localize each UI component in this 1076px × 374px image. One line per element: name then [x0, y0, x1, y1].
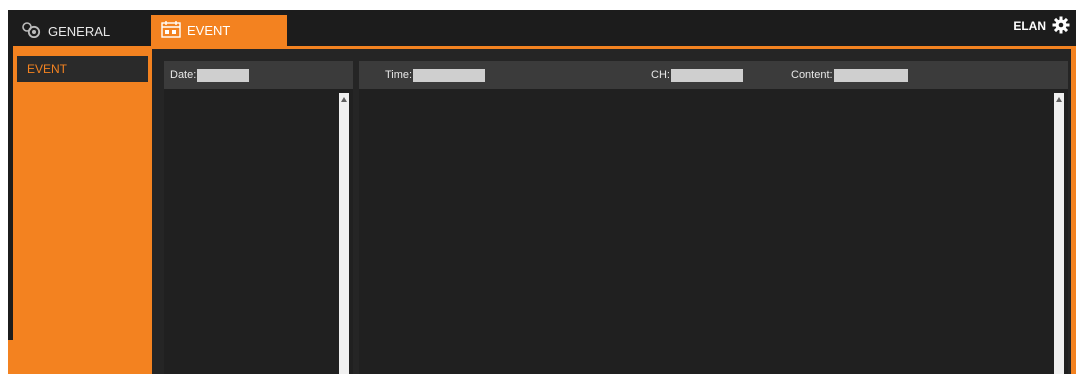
date-label: Date: — [170, 69, 197, 81]
sidebar: EVENT — [13, 49, 152, 374]
content-input[interactable] — [833, 68, 908, 82]
content-label: Content: — [791, 69, 833, 81]
content-area: Date: Time: CH: Content: — [152, 49, 1071, 374]
date-input[interactable] — [197, 68, 250, 82]
date-panel: Date: — [164, 61, 353, 374]
top-bar: GENERAL EVENT ELAN — [8, 10, 1076, 46]
event-list-panel: Time: CH: Content: — [359, 61, 1068, 374]
brand-label: ELAN — [1013, 19, 1046, 33]
camera-pair-icon — [22, 21, 42, 41]
date-panel-header: Date: — [164, 61, 353, 89]
scroll-up-icon[interactable] — [1056, 97, 1062, 102]
date-filter: Date: — [170, 61, 250, 89]
calendar-icon — [161, 20, 181, 41]
time-label: Time: — [385, 69, 413, 81]
scroll-up-icon[interactable] — [341, 97, 347, 102]
ch-input[interactable] — [670, 68, 743, 82]
event-list-header: Time: CH: Content: — [359, 61, 1068, 89]
sidebar-item-event[interactable]: EVENT — [17, 56, 148, 82]
event-list-scrollbar[interactable] — [1054, 93, 1064, 374]
ch-label: CH: — [651, 69, 670, 81]
tab-general[interactable]: GENERAL — [22, 16, 110, 46]
time-filter: Time: — [385, 61, 486, 89]
gear-icon[interactable] — [1052, 16, 1070, 34]
content-filter: Content: — [791, 61, 908, 89]
tab-event[interactable]: EVENT — [151, 15, 287, 46]
channel-filter: CH: — [651, 61, 743, 89]
time-input[interactable] — [413, 68, 486, 82]
app-window: GENERAL EVENT ELAN EVENT Date: Time: CH:… — [8, 10, 1076, 374]
tab-label: EVENT — [187, 23, 231, 38]
tab-label: GENERAL — [48, 23, 111, 39]
main-frame: EVENT Date: Time: CH: Content: — [8, 46, 1076, 374]
date-scrollbar[interactable] — [339, 93, 349, 374]
